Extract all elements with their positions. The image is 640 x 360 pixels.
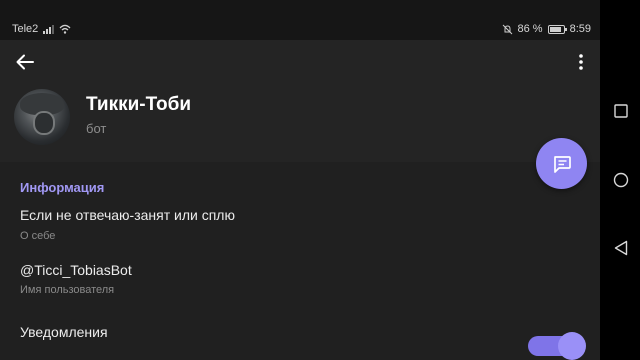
clock: 8:59: [569, 23, 591, 35]
mute-icon: [502, 24, 512, 34]
nav-back-button[interactable]: [610, 237, 632, 259]
profile-subtitle: бот: [86, 121, 107, 136]
battery-percent: 86 %: [517, 23, 543, 35]
notifications-toggle[interactable]: [524, 332, 586, 360]
toggle-knob: [558, 332, 586, 360]
profile-name: Тикки-Тоби: [86, 94, 192, 115]
battery-icon: [547, 24, 567, 34]
profile-header: Тикки-Тоби бот: [0, 40, 600, 162]
more-menu-button[interactable]: [570, 50, 592, 74]
android-nav-bar: [600, 0, 640, 360]
back-triangle-icon: [614, 240, 628, 256]
username-value[interactable]: @Ticci_TobiasBot: [20, 262, 132, 278]
send-message-button[interactable]: [536, 138, 587, 189]
recents-button[interactable]: [610, 100, 632, 122]
wifi-icon: [59, 24, 71, 34]
info-section-title: Информация: [20, 180, 105, 195]
recents-square-icon: [614, 104, 628, 118]
message-icon: [553, 155, 571, 173]
more-vertical-icon: [579, 54, 583, 70]
about-value[interactable]: Если не отвечаю-занят или сплю: [20, 207, 235, 223]
about-caption: О себе: [20, 230, 56, 242]
status-right: 86 % 8:59: [502, 23, 591, 35]
status-bar: Tele2 86 % 8:59: [0, 0, 600, 40]
signal-icon: [43, 24, 55, 34]
avatar[interactable]: [14, 89, 70, 145]
carrier-label: Tele2: [12, 23, 39, 35]
home-circle-icon: [613, 172, 629, 188]
arrow-left-icon: [16, 54, 34, 70]
back-button[interactable]: [13, 50, 37, 74]
notifications-label[interactable]: Уведомления: [20, 324, 108, 340]
username-caption: Имя пользователя: [20, 284, 115, 296]
home-button[interactable]: [610, 169, 632, 191]
profile-screen: Тикки-Тоби бот Информация Если не отвеча…: [0, 40, 600, 360]
status-left: Tele2: [12, 23, 71, 35]
